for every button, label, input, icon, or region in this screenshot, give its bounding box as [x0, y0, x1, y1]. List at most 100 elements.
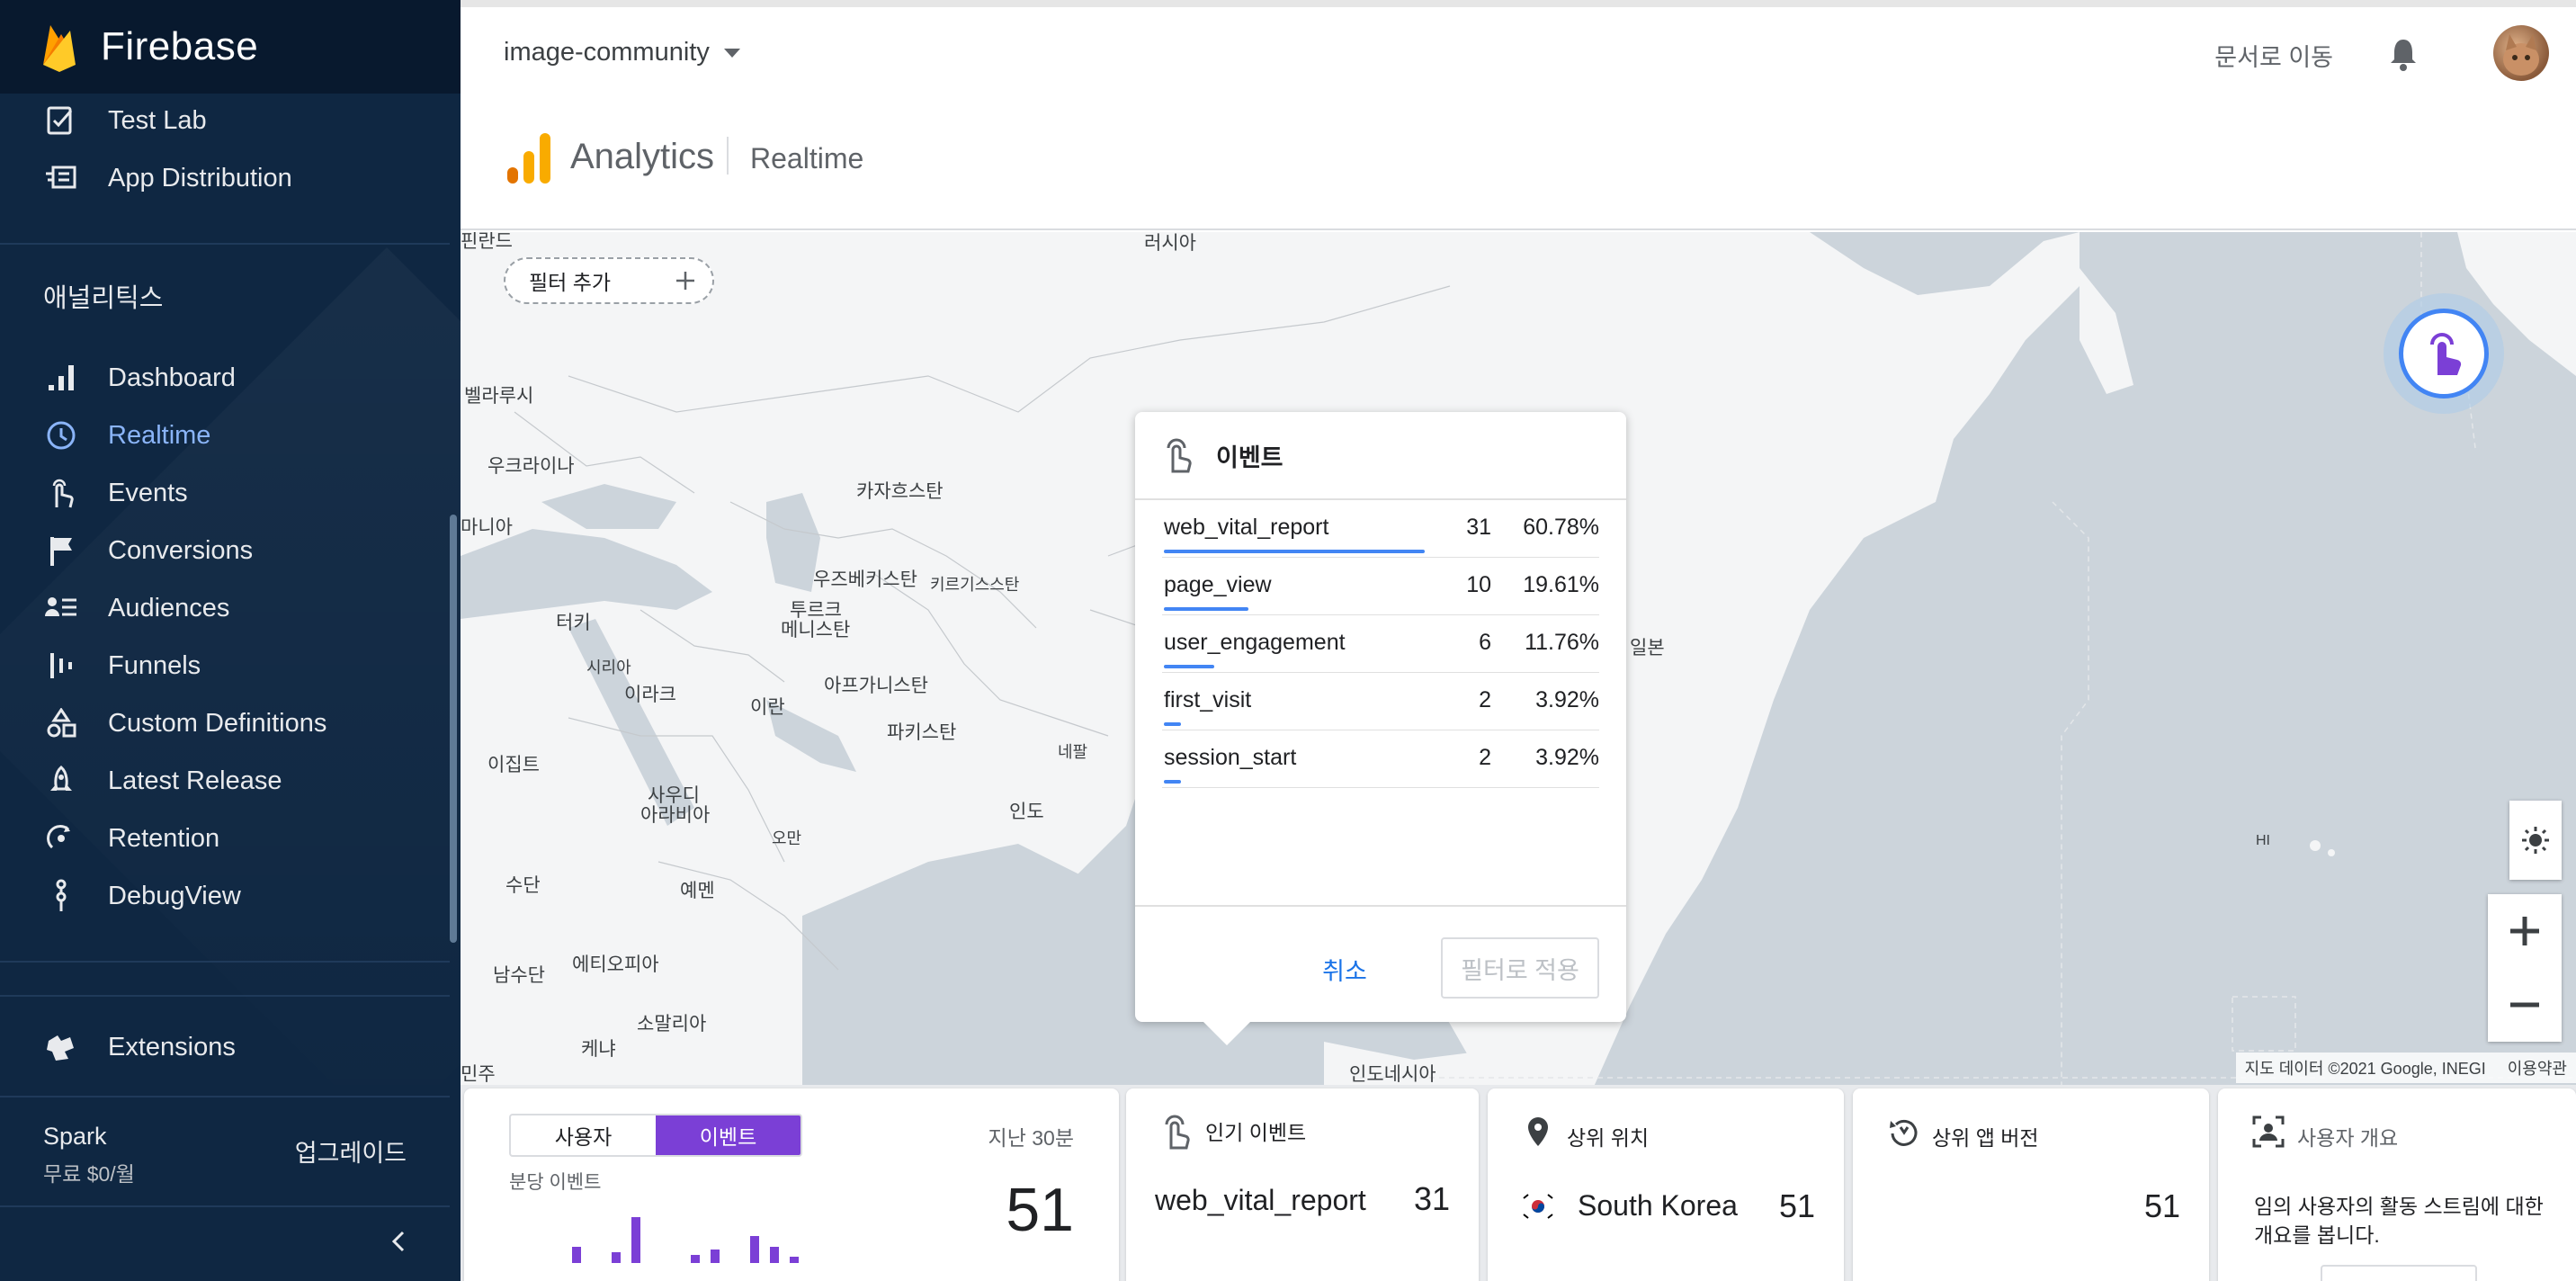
tab-users[interactable]: 사용자 [511, 1115, 656, 1155]
collapse-sidebar-icon[interactable] [381, 1223, 417, 1259]
event-count: 31 [1466, 515, 1491, 540]
south-korea-flag-icon [1520, 1193, 1556, 1220]
map-theme-button[interactable] [2509, 801, 2562, 880]
event-row[interactable]: user_engagement 6 11.76% [1162, 615, 1599, 673]
sidebar-item-custom-definitions[interactable]: Custom Definitions [0, 694, 450, 752]
sidebar-item-dashboard[interactable]: Dashboard [0, 349, 450, 407]
event-row[interactable]: session_start 2 3.92% [1162, 730, 1599, 788]
location-pin-icon [1528, 1117, 1548, 1146]
audiences-icon [41, 588, 81, 628]
sidebar-item-funnels[interactable]: Funnels [0, 637, 450, 694]
event-row[interactable]: page_view 10 19.61% [1162, 558, 1599, 615]
header-separator [727, 137, 729, 175]
sidebar-divider [0, 1205, 450, 1207]
event-percent: 3.92% [1535, 687, 1599, 712]
app-version-history-icon [1890, 1119, 1918, 1146]
realtime-cards: 사용자 이벤트 지난 30분 분당 이벤트 51 인기 이벤트 web_vita… [461, 1085, 2576, 1281]
top-location-count: 51 [1778, 1187, 1815, 1224]
map-label: 이집트 [487, 755, 540, 775]
event-name: first_visit [1164, 687, 1252, 712]
sidebar-item-label: Custom Definitions [108, 708, 327, 738]
sidebar-item-label: DebugView [108, 881, 241, 910]
sidebar-item-label: Latest Release [108, 766, 282, 795]
minute-bar [691, 1255, 700, 1263]
go-to-docs-link[interactable]: 문서로 이동 [2214, 38, 2333, 73]
sidebar-item-realtime[interactable]: Realtime [0, 407, 450, 464]
apply-filter-button[interactable]: 필터로 적용 [1441, 937, 1599, 999]
map-label: 카자흐스탄 [856, 481, 944, 502]
zoom-in-icon[interactable] [2507, 913, 2543, 949]
map-label: 민주 [461, 1064, 496, 1085]
sidebar-item-extensions[interactable]: Extensions [0, 1018, 450, 1076]
event-row[interactable]: first_visit 2 3.92% [1162, 673, 1599, 730]
sidebar-section-analytics: 애널리틱스 [43, 284, 164, 313]
events-total: 51 [1006, 1176, 1074, 1244]
cancel-button[interactable]: 취소 [1286, 939, 1403, 999]
top-location-country: South Korea [1578, 1189, 1738, 1222]
rocket-icon [41, 761, 81, 801]
dashboard-icon [41, 358, 81, 398]
sidebar-scrollbar[interactable] [450, 515, 457, 943]
tab-events[interactable]: 이벤트 [656, 1115, 801, 1155]
event-count: 10 [1466, 572, 1491, 597]
top-app-version-title: 상위 앱 버전 [1932, 1126, 2039, 1150]
map-label: 인도 [1009, 802, 1044, 822]
upgrade-button[interactable]: 업그레이드 [295, 1133, 407, 1169]
project-selector[interactable]: image-community [504, 38, 742, 67]
add-filter-chip[interactable]: 필터 추가 [504, 257, 714, 304]
event-touch-marker[interactable] [2384, 293, 2504, 414]
top-bar: image-community 문서로 이동 [461, 0, 2576, 99]
sidebar-item-label: Audiences [108, 593, 230, 623]
zoom-out-icon[interactable] [2507, 987, 2543, 1023]
app-distribution-icon [41, 158, 81, 198]
sidebar-item-debugview[interactable]: DebugView [0, 867, 450, 925]
map-label: 핀란드 [461, 232, 513, 252]
sidebar-item-audiences[interactable]: Audiences [0, 579, 450, 637]
touch-icon [1167, 438, 1192, 473]
minute-bar [631, 1217, 640, 1263]
minute-bar [790, 1257, 799, 1263]
sidebar-item-label: App Distribution [108, 163, 292, 193]
plan-footer: Spark 무료 $0/월 업그레이드 [0, 1103, 450, 1211]
map-label: 아라비아 [640, 805, 711, 826]
map-terms-link[interactable]: 이용약관 [2508, 1056, 2567, 1079]
top-event-count: 31 [1413, 1180, 1450, 1217]
map-label: 벨라루시 [464, 386, 534, 407]
event-count: 2 [1479, 687, 1491, 712]
custom-definitions-icon [41, 703, 81, 743]
sidebar-item-test-lab[interactable]: Test Lab [0, 92, 450, 149]
view-overview-button[interactable]: 개요 보기 [2321, 1265, 2477, 1281]
map-label: 마니아 [461, 517, 513, 538]
map-label: 인도네시아 [1349, 1064, 1436, 1085]
minute-bar [572, 1247, 581, 1263]
event-row[interactable]: web_vital_report 31 60.78% [1162, 500, 1599, 558]
sidebar-item-label: Events [108, 478, 188, 507]
funnels-icon [41, 646, 81, 685]
notifications-bell-icon[interactable] [2384, 34, 2423, 74]
map-attribution: 지도 데이터 ©2021 Google, INEGI 이용약관 [2235, 1053, 2576, 1083]
top-location-title: 상위 위치 [1567, 1126, 1650, 1150]
minute-bar [612, 1252, 621, 1263]
map-label: 예멘 [680, 881, 715, 901]
sidebar-item-label: Conversions [108, 535, 254, 565]
sidebar-item-latest-release[interactable]: Latest Release [0, 752, 450, 810]
event-share-bar [1164, 722, 1181, 726]
map-label: 소말리아 [637, 1014, 707, 1035]
sidebar-item-retention[interactable]: Retention [0, 810, 450, 867]
event-filter-popup: 이벤트 web_vital_report 31 60.78% page_view… [1135, 412, 1626, 1045]
per-minute-label: 분당 이벤트 [509, 1172, 602, 1193]
user-avatar[interactable] [2493, 25, 2549, 81]
sidebar-item-conversions[interactable]: Conversions [0, 522, 450, 579]
sidebar-item-events[interactable]: Events [0, 464, 450, 522]
brightness-icon [2522, 827, 2549, 854]
sidebar-item-app-distribution[interactable]: App Distribution [0, 149, 450, 207]
minute-bar [770, 1247, 779, 1263]
sidebar-item-label: Funnels [108, 650, 201, 680]
map-label: 남수단 [493, 965, 545, 986]
events-per-minute-chart [572, 1209, 824, 1263]
map-label: 이라크 [624, 685, 676, 705]
event-percent: 3.92% [1535, 745, 1599, 770]
map-label: 키르기스스탄 [930, 576, 1020, 594]
sidebar-header[interactable]: Firebase [0, 0, 461, 94]
project-name: image-community [504, 38, 710, 67]
